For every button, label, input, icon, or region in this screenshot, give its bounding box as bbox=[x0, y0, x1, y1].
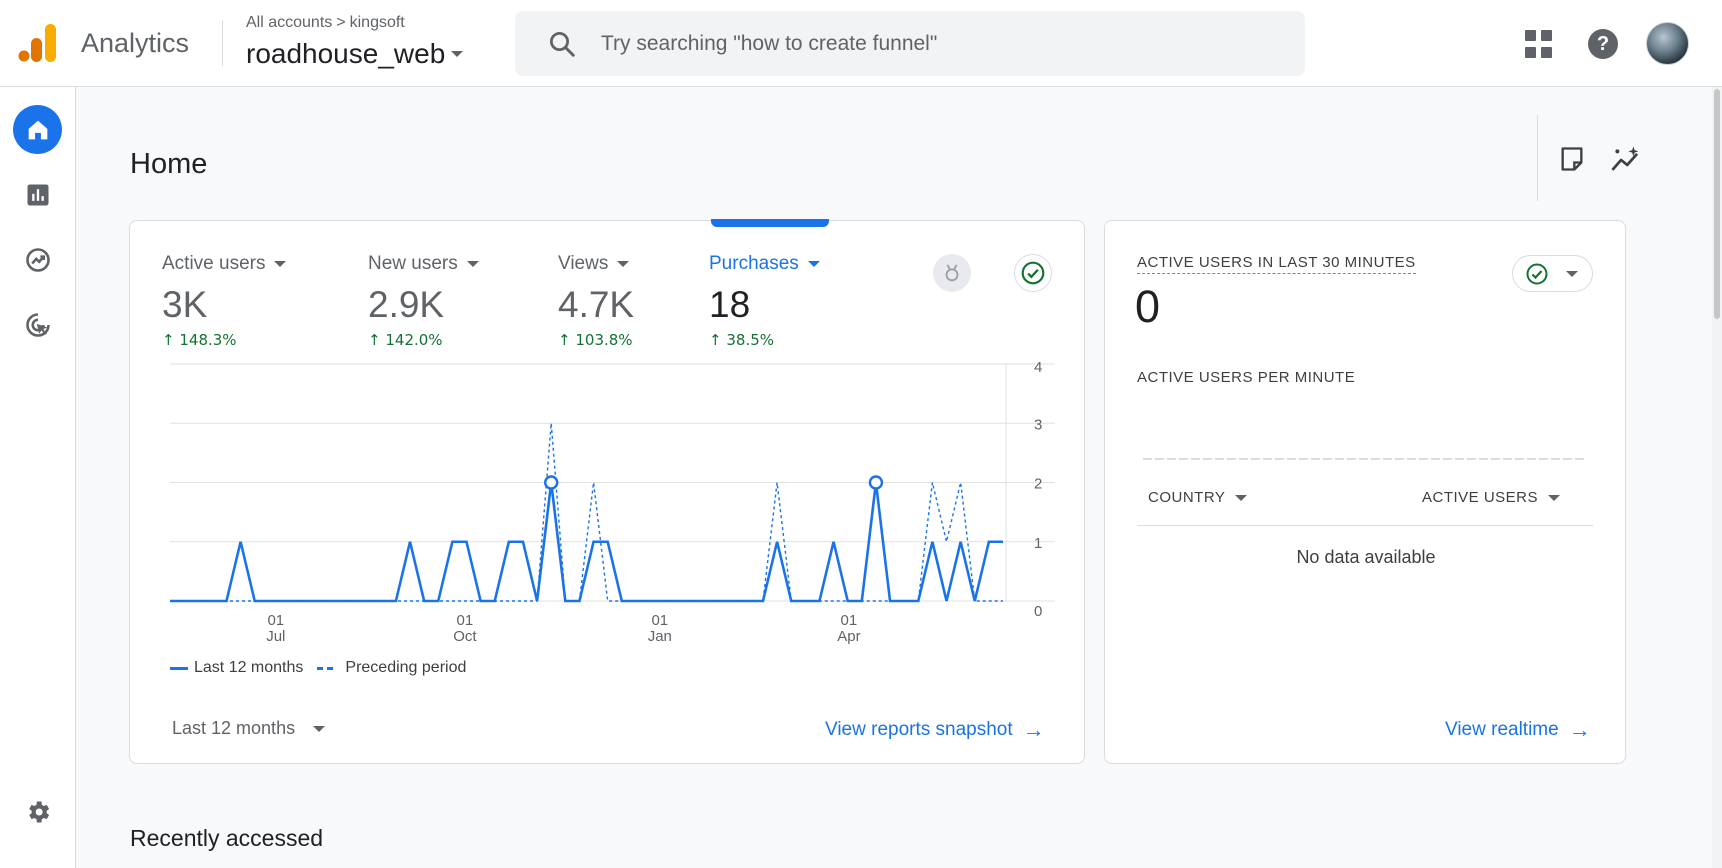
avatar[interactable] bbox=[1646, 22, 1689, 65]
chart-legend: Last 12 months Preceding period bbox=[170, 659, 466, 677]
arrow-right-icon: → bbox=[1022, 717, 1045, 742]
breadcrumb-sub-account[interactable]: kingsoft bbox=[350, 14, 405, 32]
purchases-line-chart: 0123401Jul01Oct01Jan01Apr bbox=[170, 359, 1055, 645]
caret-down-icon bbox=[451, 51, 464, 57]
x-tick-month: Jul bbox=[266, 628, 285, 645]
y-tick-label: 4 bbox=[1034, 359, 1042, 376]
divider bbox=[1137, 525, 1593, 526]
search-icon bbox=[550, 31, 575, 57]
legend-previous: Preceding period bbox=[345, 659, 467, 676]
property-name: roadhouse_web bbox=[246, 38, 446, 69]
peak-point[interactable] bbox=[544, 475, 559, 490]
realtime-status-dropdown[interactable] bbox=[1512, 255, 1593, 292]
x-tick-month: Apr bbox=[837, 628, 860, 645]
overview-card: Active users 3K ↑ 148.3% New users 2.9K … bbox=[129, 219, 1085, 764]
page-title: Home bbox=[130, 148, 208, 180]
nav-explore[interactable] bbox=[13, 235, 62, 284]
realtime-title[interactable]: ACTIVE USERS IN LAST 30 MINUTES bbox=[1137, 254, 1416, 274]
chevron-right-icon: > bbox=[336, 14, 346, 31]
x-tick-day: 01 bbox=[457, 612, 474, 629]
x-tick-month: Oct bbox=[453, 628, 477, 645]
nav-advertising[interactable] bbox=[13, 300, 62, 349]
property-selector[interactable]: roadhouse_web bbox=[246, 38, 464, 70]
nav-admin[interactable] bbox=[13, 787, 62, 836]
realtime-per-minute-label: ACTIVE USERS PER MINUTE bbox=[1137, 369, 1356, 386]
left-nav bbox=[0, 87, 76, 868]
search-bar[interactable] bbox=[515, 11, 1305, 76]
advertising-icon bbox=[25, 312, 50, 337]
caret-down-icon bbox=[1235, 494, 1248, 501]
x-tick-day: 01 bbox=[267, 612, 284, 629]
home-icon bbox=[28, 120, 47, 139]
y-tick-label: 2 bbox=[1034, 476, 1042, 493]
insights-icon[interactable] bbox=[1610, 145, 1642, 175]
date-range-dropdown[interactable]: Last 12 months bbox=[172, 718, 326, 739]
link-label: View reports snapshot bbox=[825, 719, 1013, 740]
arrow-right-icon: → bbox=[1568, 717, 1591, 742]
top-bar: Analytics All accounts > kingsoft roadho… bbox=[0, 0, 1722, 87]
gear-icon bbox=[28, 801, 49, 822]
per-minute-baseline bbox=[1143, 458, 1587, 460]
nav-reports[interactable] bbox=[13, 170, 62, 219]
check-circle-icon bbox=[1526, 263, 1548, 284]
y-tick-label: 1 bbox=[1034, 535, 1042, 552]
caret-down-icon bbox=[1548, 494, 1561, 501]
link-label: View realtime bbox=[1445, 719, 1559, 740]
divider bbox=[222, 20, 223, 66]
bar-chart-icon bbox=[27, 184, 48, 205]
y-tick-label: 0 bbox=[1034, 603, 1042, 620]
legend-dashed-swatch bbox=[317, 666, 338, 670]
x-tick-day: 01 bbox=[841, 612, 858, 629]
legend-current: Last 12 months bbox=[194, 659, 304, 676]
caret-down-icon bbox=[1566, 270, 1578, 277]
help-icon[interactable]: ? bbox=[1588, 29, 1618, 59]
explore-icon bbox=[25, 247, 50, 272]
note-icon[interactable] bbox=[1558, 145, 1586, 173]
app-name: Analytics bbox=[81, 28, 190, 58]
date-range-label: Last 12 months bbox=[172, 718, 296, 738]
recently-accessed-heading: Recently accessed bbox=[130, 825, 324, 851]
scrollbar-thumb[interactable] bbox=[1714, 89, 1720, 319]
y-tick-label: 3 bbox=[1034, 416, 1042, 433]
breadcrumb[interactable]: All accounts > kingsoft bbox=[246, 14, 405, 32]
column-header-country[interactable]: COUNTRY bbox=[1148, 489, 1248, 506]
apps-grid-icon[interactable] bbox=[1525, 30, 1553, 58]
analytics-logo[interactable] bbox=[18, 22, 58, 64]
view-realtime-link[interactable]: View realtime → bbox=[1445, 717, 1591, 743]
legend-solid-swatch bbox=[170, 666, 188, 670]
no-data-message: No data available bbox=[1296, 547, 1436, 567]
realtime-count: 0 bbox=[1135, 281, 1161, 332]
x-tick-day: 01 bbox=[651, 612, 668, 629]
breadcrumb-account[interactable]: All accounts bbox=[246, 14, 332, 32]
view-reports-snapshot-link[interactable]: View reports snapshot → bbox=[825, 717, 1045, 743]
x-tick-month: Jan bbox=[648, 628, 672, 645]
search-input[interactable] bbox=[601, 31, 1281, 56]
divider bbox=[1537, 115, 1538, 201]
scrollbar[interactable] bbox=[1712, 87, 1722, 868]
caret-down-icon bbox=[313, 725, 326, 732]
column-header-active-users[interactable]: ACTIVE USERS bbox=[1422, 489, 1561, 506]
peak-point[interactable] bbox=[868, 475, 884, 490]
nav-home[interactable] bbox=[13, 105, 62, 154]
realtime-card: ACTIVE USERS IN LAST 30 MINUTES 0 ACTIVE… bbox=[1104, 220, 1626, 764]
